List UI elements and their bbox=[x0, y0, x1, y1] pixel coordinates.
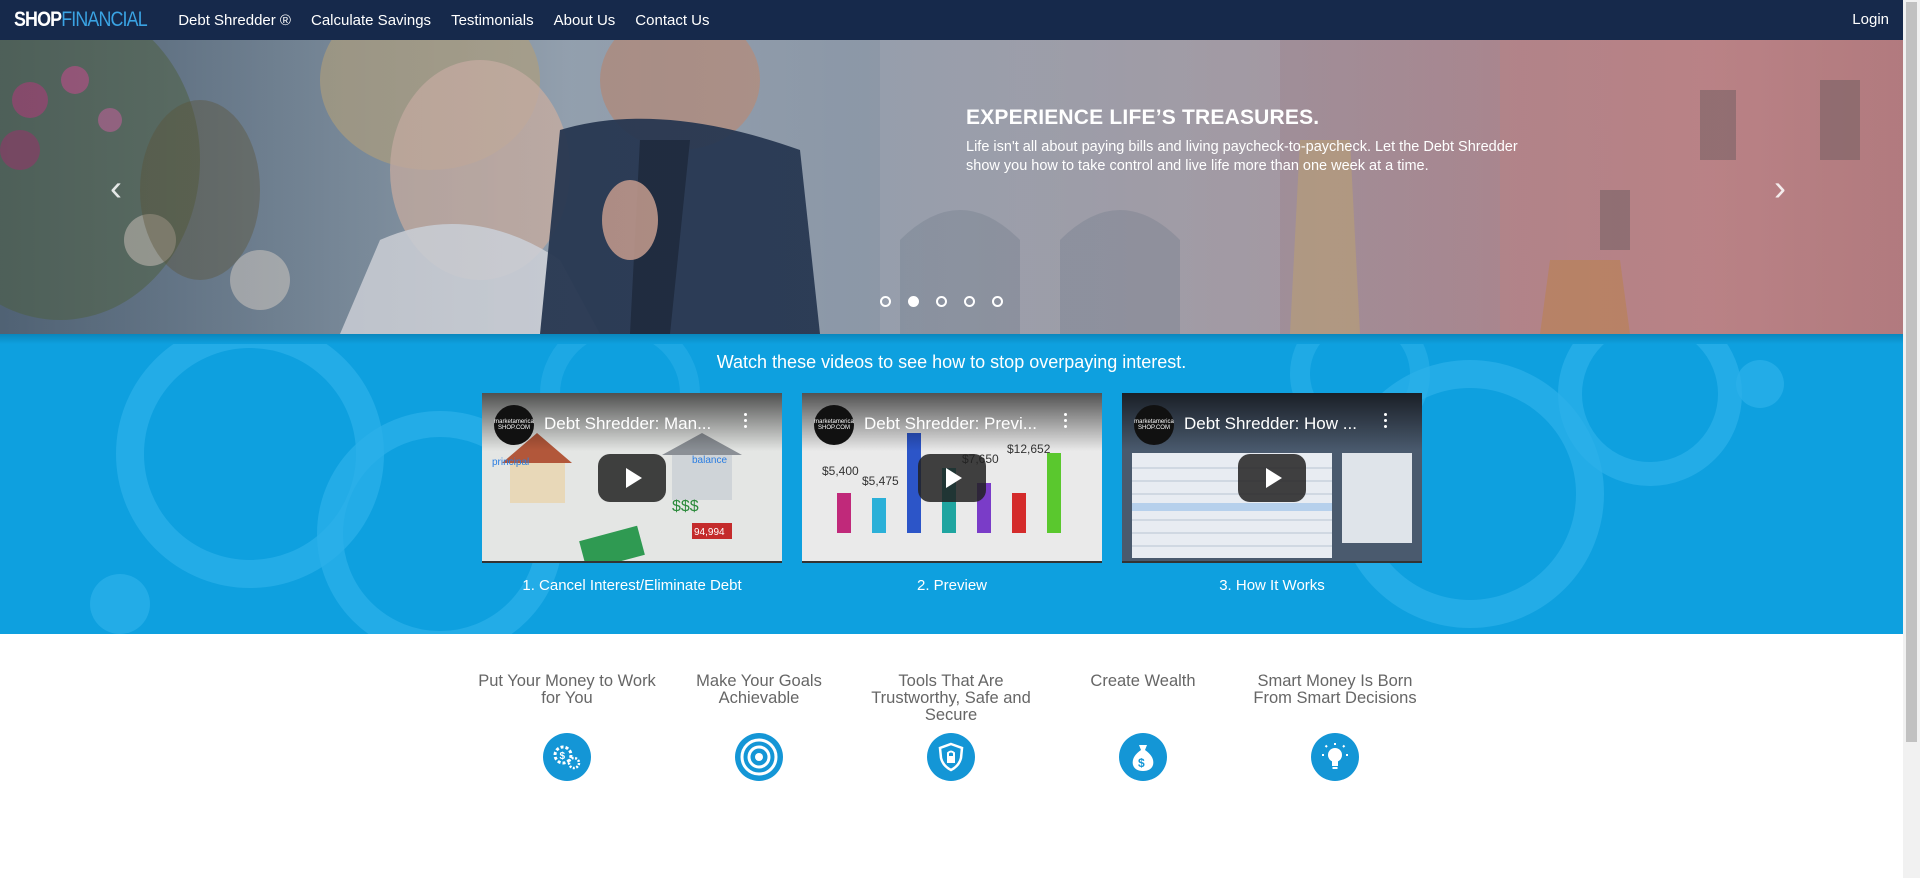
video-title-1[interactable]: Debt Shredder: Man... bbox=[544, 414, 749, 434]
feature-wealth: Create Wealth $ bbox=[1048, 673, 1238, 781]
scrollbar-thumb[interactable] bbox=[1906, 2, 1917, 742]
more-options-icon[interactable] bbox=[1384, 413, 1388, 431]
videos-section: Watch these videos to see how to stop ov… bbox=[0, 334, 1903, 634]
carousel-dot-2[interactable] bbox=[908, 296, 919, 307]
carousel-dot-4[interactable] bbox=[964, 296, 975, 307]
nav-about-us[interactable]: About Us bbox=[544, 12, 626, 29]
svg-text:balance: balance bbox=[692, 455, 727, 466]
svg-text:$: $ bbox=[560, 751, 566, 762]
section-top-shade bbox=[0, 334, 1903, 344]
carousel-dot-5[interactable] bbox=[992, 296, 1003, 307]
svg-text:$: $ bbox=[1138, 756, 1145, 770]
feature-title: Make Your Goals Achievable bbox=[696, 672, 822, 707]
video-label-2: 2. Preview bbox=[916, 577, 988, 594]
shield-lock-icon bbox=[927, 733, 975, 781]
video-title-3[interactable]: Debt Shredder: How ... bbox=[1184, 414, 1389, 434]
play-button-icon[interactable] bbox=[1238, 454, 1306, 502]
more-options-icon[interactable] bbox=[744, 413, 748, 431]
feature-smart-money: Smart Money Is Born From Smart Decisions bbox=[1240, 673, 1430, 781]
more-options-icon[interactable] bbox=[1064, 413, 1068, 431]
carousel-dot-1[interactable] bbox=[880, 296, 891, 307]
hero-overlay bbox=[0, 40, 1903, 334]
features-section: Put Your Money to Work for You $ Make Yo… bbox=[0, 634, 1903, 878]
channel-avatar[interactable]: marketamerica SHOP.COM bbox=[1134, 405, 1174, 445]
page-scrollbar[interactable] bbox=[1903, 0, 1920, 878]
main-nav: Debt Shredder ® Calculate Savings Testim… bbox=[168, 12, 719, 29]
login-link[interactable]: Login bbox=[1852, 11, 1889, 28]
carousel-dot-3[interactable] bbox=[936, 296, 947, 307]
carousel-prev-icon[interactable]: ‹ bbox=[110, 170, 122, 206]
channel-avatar[interactable]: marketamerica SHOP.COM bbox=[814, 405, 854, 445]
videos-heading: Watch these videos to see how to stop ov… bbox=[716, 352, 1187, 372]
video-label-1: 1. Cancel Interest/Eliminate Debt bbox=[522, 577, 742, 594]
feature-goals: Make Your Goals Achievable bbox=[664, 673, 854, 781]
video-label-3: 3. How It Works bbox=[1219, 577, 1325, 594]
feature-money-work: Put Your Money to Work for You $ bbox=[472, 673, 662, 781]
hero-text: Life isn't all about paying bills and li… bbox=[966, 139, 1518, 174]
money-bag-icon: $ bbox=[1119, 733, 1167, 781]
nav-contact-us[interactable]: Contact Us bbox=[625, 12, 719, 29]
video-card-1: balance principal 94,994 $$$ marketameri… bbox=[482, 393, 782, 594]
gears-dollar-icon: $ bbox=[543, 733, 591, 781]
top-navbar: SHOP FINANCIAL Debt Shredder ® Calculate … bbox=[0, 0, 1903, 40]
target-icon bbox=[735, 733, 783, 781]
video-thumbnail-1[interactable]: balance principal 94,994 $$$ marketameri… bbox=[482, 393, 782, 563]
nav-calculate-savings[interactable]: Calculate Savings bbox=[301, 12, 441, 29]
logo-shop-text: SHOP bbox=[14, 8, 62, 31]
channel-avatar[interactable]: marketamerica SHOP.COM bbox=[494, 405, 534, 445]
feature-title: Create Wealth bbox=[1090, 672, 1196, 690]
play-button-icon[interactable] bbox=[918, 454, 986, 502]
hero-title: EXPERIENCE LIFE’S TREASURES. bbox=[966, 106, 1320, 129]
play-button-icon[interactable] bbox=[598, 454, 666, 502]
logo-financial-text: FINANCIAL bbox=[61, 8, 147, 31]
feature-title: Smart Money Is Born From Smart Decisions bbox=[1253, 672, 1417, 707]
svg-text:$5,475: $5,475 bbox=[862, 474, 899, 488]
svg-text:94,994: 94,994 bbox=[694, 527, 725, 538]
nav-debt-shredder[interactable]: Debt Shredder ® bbox=[168, 12, 301, 29]
carousel-next-icon[interactable]: › bbox=[1774, 170, 1786, 206]
nav-testimonials[interactable]: Testimonials bbox=[441, 12, 544, 29]
hero-caption: EXPERIENCE LIFE’S TREASURES. Life isn't … bbox=[966, 106, 1526, 176]
hero-carousel: EXPERIENCE LIFE’S TREASURES. Life isn't … bbox=[0, 40, 1903, 334]
feature-title: Put Your Money to Work for You bbox=[478, 672, 656, 707]
feature-tools: Tools That Are Trustworthy, Safe and Sec… bbox=[856, 673, 1046, 781]
carousel-indicators bbox=[880, 296, 1003, 307]
shopfinancial-logo[interactable]: SHOP FINANCIAL bbox=[14, 8, 148, 32]
svg-text:$$$: $$$ bbox=[672, 498, 699, 515]
feature-title: Tools That Are Trustworthy, Safe and Sec… bbox=[871, 672, 1031, 724]
video-card-2: $5,400 $5,475 $7,650 $12,652 marketameri… bbox=[802, 393, 1102, 594]
video-thumbnail-3[interactable]: marketamerica SHOP.COM Debt Shredder: Ho… bbox=[1122, 393, 1422, 563]
video-title-2[interactable]: Debt Shredder: Previ... bbox=[864, 414, 1069, 434]
svg-text:principal: principal bbox=[492, 457, 529, 468]
video-thumbnail-2[interactable]: $5,400 $5,475 $7,650 $12,652 marketameri… bbox=[802, 393, 1102, 563]
video-card-3: marketamerica SHOP.COM Debt Shredder: Ho… bbox=[1122, 393, 1422, 594]
svg-text:$5,400: $5,400 bbox=[822, 464, 859, 478]
lightbulb-icon bbox=[1311, 733, 1359, 781]
